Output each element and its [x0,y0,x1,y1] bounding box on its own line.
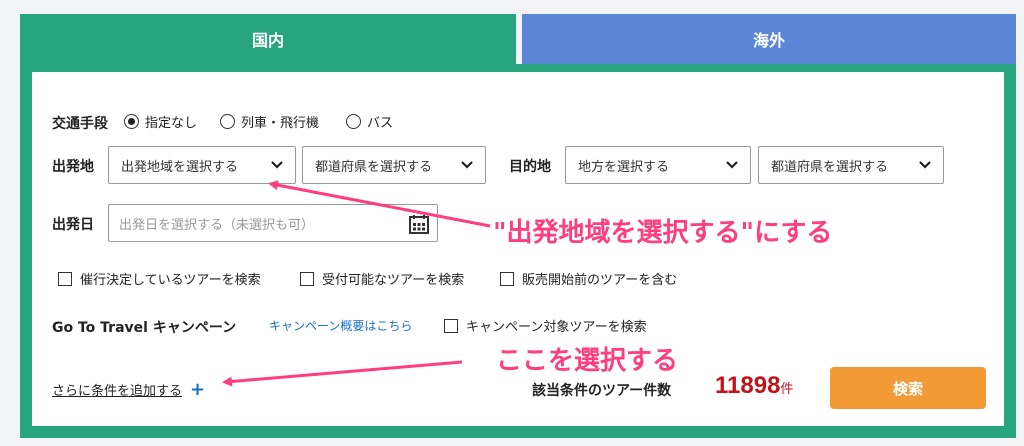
filter-confirmed-tours[interactable]: 催行決定しているツアーを検索 [58,269,261,288]
radio-transport-none[interactable]: 指定なし [124,112,197,131]
checkbox-icon [444,318,458,333]
search-panel: 交通手段 指定なし 列車・飛行機 バス 出発地 出発地域を選択する 都道府県を選… [20,64,1016,438]
chevron-down-icon [726,161,738,169]
annotation-select-here: ここを選択する [496,346,679,376]
search-button[interactable]: 検索 [830,367,986,409]
departure-region-select[interactable]: 出発地域を選択する [108,146,296,184]
radio-transport-bus[interactable]: バス [346,112,393,131]
result-count-value: 11898 [715,372,781,399]
radio-unselected-icon [346,114,361,129]
radio-unselected-icon [220,114,235,129]
radio-transport-train-plane[interactable]: 列車・飛行機 [220,112,319,131]
departure-label: 出発地 [52,159,94,175]
destination-region-select[interactable]: 地方を選択する [565,146,751,184]
add-conditions-link[interactable]: さらに条件を追加する + [52,379,205,400]
tab-overseas[interactable]: 海外 [522,14,1016,64]
checkbox-icon [300,271,314,286]
result-count-label: 該当条件のツアー件数 [532,383,672,399]
checkbox-icon [58,271,72,286]
destination-prefecture-select[interactable]: 都道府県を選択する [758,146,944,184]
campaign-target-checkbox[interactable]: キャンペーン対象ツアーを検索 [444,316,647,335]
departure-date-label: 出発日 [52,217,94,233]
filter-available-tours[interactable]: 受付可能なツアーを検索 [300,269,464,288]
campaign-overview-link[interactable]: キャンペーン概要はこちら [269,317,412,334]
departure-prefecture-select[interactable]: 都道府県を選択する [302,146,486,184]
chevron-down-icon [461,161,473,169]
annotation-select-region: "出発地域を選択する"にする [493,218,833,248]
chevron-down-icon [919,161,931,169]
chevron-down-icon [271,161,283,169]
filter-pre-sale-tours[interactable]: 販売開始前のツアーを含む [500,269,677,288]
destination-label: 目的地 [509,159,551,175]
departure-date-input[interactable]: 出発日を選択する（未選択も可） [108,204,438,242]
tab-bar: 国内 海外 [20,14,1016,64]
transport-label: 交通手段 [52,116,108,132]
plus-icon: + [190,379,206,400]
result-count-unit: 件 [780,382,794,397]
calendar-icon[interactable] [409,214,429,234]
tab-domestic[interactable]: 国内 [20,14,516,64]
result-count: 11898件 [715,372,793,400]
campaign-title: Go To Travel キャンペーン [52,320,237,336]
radio-selected-icon [124,114,139,129]
checkbox-icon [500,271,514,286]
